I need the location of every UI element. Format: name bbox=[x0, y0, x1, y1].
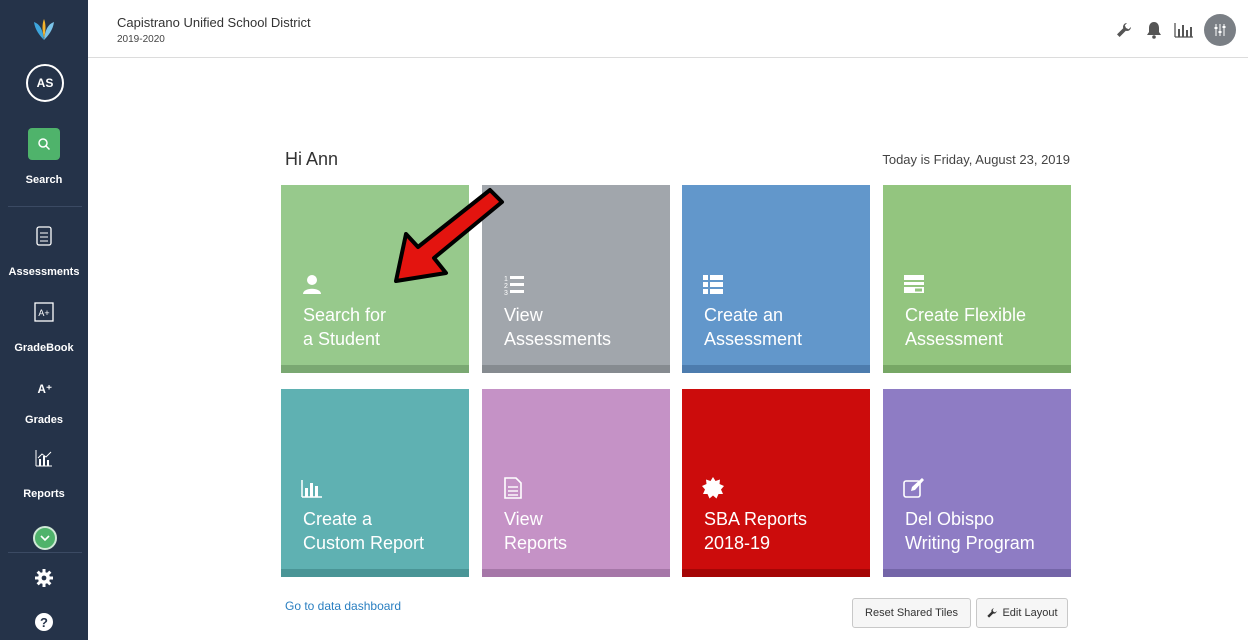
tile-create-flexible-assessment[interactable]: Create Flexible Assessment bbox=[883, 185, 1071, 373]
tile-label: SBA Reports 2018-19 bbox=[704, 509, 808, 553]
tile-create-assessment[interactable]: Create an Assessment bbox=[682, 185, 870, 373]
sidebar-item-search[interactable]: Search bbox=[0, 174, 88, 186]
tile-bar bbox=[281, 569, 469, 577]
sidebar: AS Search Assessments A+ GradeBook A⁺ Gr… bbox=[0, 0, 88, 640]
svg-text:A+: A+ bbox=[38, 308, 49, 318]
badge-icon bbox=[702, 477, 724, 499]
tile-label: Create an Assessment bbox=[704, 305, 803, 349]
tile-bar bbox=[482, 569, 670, 577]
form-icon bbox=[904, 275, 924, 293]
sidebar-divider bbox=[8, 206, 82, 207]
edit-layout-label: Edit Layout bbox=[1002, 607, 1058, 619]
tile-label: Create a Custom Report bbox=[303, 509, 425, 553]
tile-bar bbox=[883, 569, 1071, 577]
svg-text:3: 3 bbox=[504, 290, 508, 295]
sliders-icon bbox=[1214, 24, 1226, 36]
tile-view-assessments[interactable]: 123 View Assessments bbox=[482, 185, 670, 373]
bar-chart-icon[interactable] bbox=[1174, 20, 1194, 40]
tile-bar bbox=[883, 365, 1071, 373]
sidebar-item-assessments[interactable]: Assessments bbox=[0, 266, 88, 278]
bar-chart-icon bbox=[301, 480, 322, 498]
sidebar-item-gradebook[interactable]: GradeBook bbox=[0, 342, 88, 354]
tile-label: Search for a Student bbox=[303, 305, 387, 349]
clipboard-icon[interactable] bbox=[34, 226, 54, 246]
top-header: Capistrano Unified School District 2019-… bbox=[88, 0, 1248, 58]
list-icon bbox=[703, 275, 723, 294]
logo-icon[interactable] bbox=[30, 16, 58, 44]
grades-icon[interactable]: A⁺ bbox=[34, 378, 54, 398]
document-icon bbox=[504, 477, 522, 499]
help-icon[interactable]: ? bbox=[34, 612, 54, 632]
sidebar-item-reports[interactable]: Reports bbox=[0, 488, 88, 500]
tile-view-reports[interactable]: View Reports bbox=[482, 389, 670, 577]
tile-sba-reports[interactable]: SBA Reports 2018-19 bbox=[682, 389, 870, 577]
tile-bar bbox=[281, 365, 469, 373]
tile-bar bbox=[682, 569, 870, 577]
tile-label: Del Obispo Writing Program bbox=[905, 509, 1035, 553]
wrench-icon[interactable] bbox=[1114, 20, 1134, 40]
tile-label: View Reports bbox=[504, 509, 568, 553]
bell-icon[interactable] bbox=[1144, 20, 1164, 40]
tile-label: View Assessments bbox=[504, 305, 612, 349]
sidebar-divider bbox=[8, 552, 82, 553]
wrench-icon bbox=[987, 608, 998, 618]
reports-icon[interactable] bbox=[34, 448, 54, 468]
svg-text:A⁺: A⁺ bbox=[38, 383, 53, 396]
district-name: Capistrano Unified School District bbox=[117, 15, 311, 30]
user-avatar[interactable]: AS bbox=[26, 64, 64, 102]
edit-icon bbox=[903, 478, 924, 498]
reset-shared-tiles-button[interactable]: Reset Shared Tiles bbox=[852, 598, 971, 628]
sidebar-item-grades[interactable]: Grades bbox=[0, 414, 88, 426]
edit-layout-button[interactable]: Edit Layout bbox=[976, 598, 1068, 628]
settings-avatar-button[interactable] bbox=[1204, 14, 1236, 46]
avatar-initials: AS bbox=[36, 76, 54, 90]
tile-create-custom-report[interactable]: Create a Custom Report bbox=[281, 389, 469, 577]
tile-label: Create Flexible Assessment bbox=[905, 305, 1027, 349]
numbered-list-icon: 123 bbox=[504, 276, 524, 295]
annotation-arrow-icon bbox=[394, 188, 504, 283]
data-dashboard-link[interactable]: Go to data dashboard bbox=[285, 599, 401, 613]
tile-bar bbox=[682, 365, 870, 373]
gear-icon[interactable] bbox=[34, 568, 54, 588]
tile-del-obispo-writing[interactable]: Del Obispo Writing Program bbox=[883, 389, 1071, 577]
search-icon bbox=[38, 138, 51, 151]
expand-more-button[interactable] bbox=[33, 526, 57, 550]
tile-bar bbox=[482, 365, 670, 373]
school-year: 2019-2020 bbox=[117, 34, 165, 45]
svg-text:?: ? bbox=[40, 615, 48, 630]
user-icon bbox=[303, 275, 321, 294]
today-date: Today is Friday, August 23, 2019 bbox=[882, 152, 1070, 167]
gradebook-icon[interactable]: A+ bbox=[34, 302, 54, 322]
greeting: Hi Ann bbox=[285, 149, 339, 169]
header-actions bbox=[1114, 14, 1236, 46]
chevron-down-icon bbox=[40, 535, 50, 542]
search-button[interactable] bbox=[28, 128, 60, 160]
